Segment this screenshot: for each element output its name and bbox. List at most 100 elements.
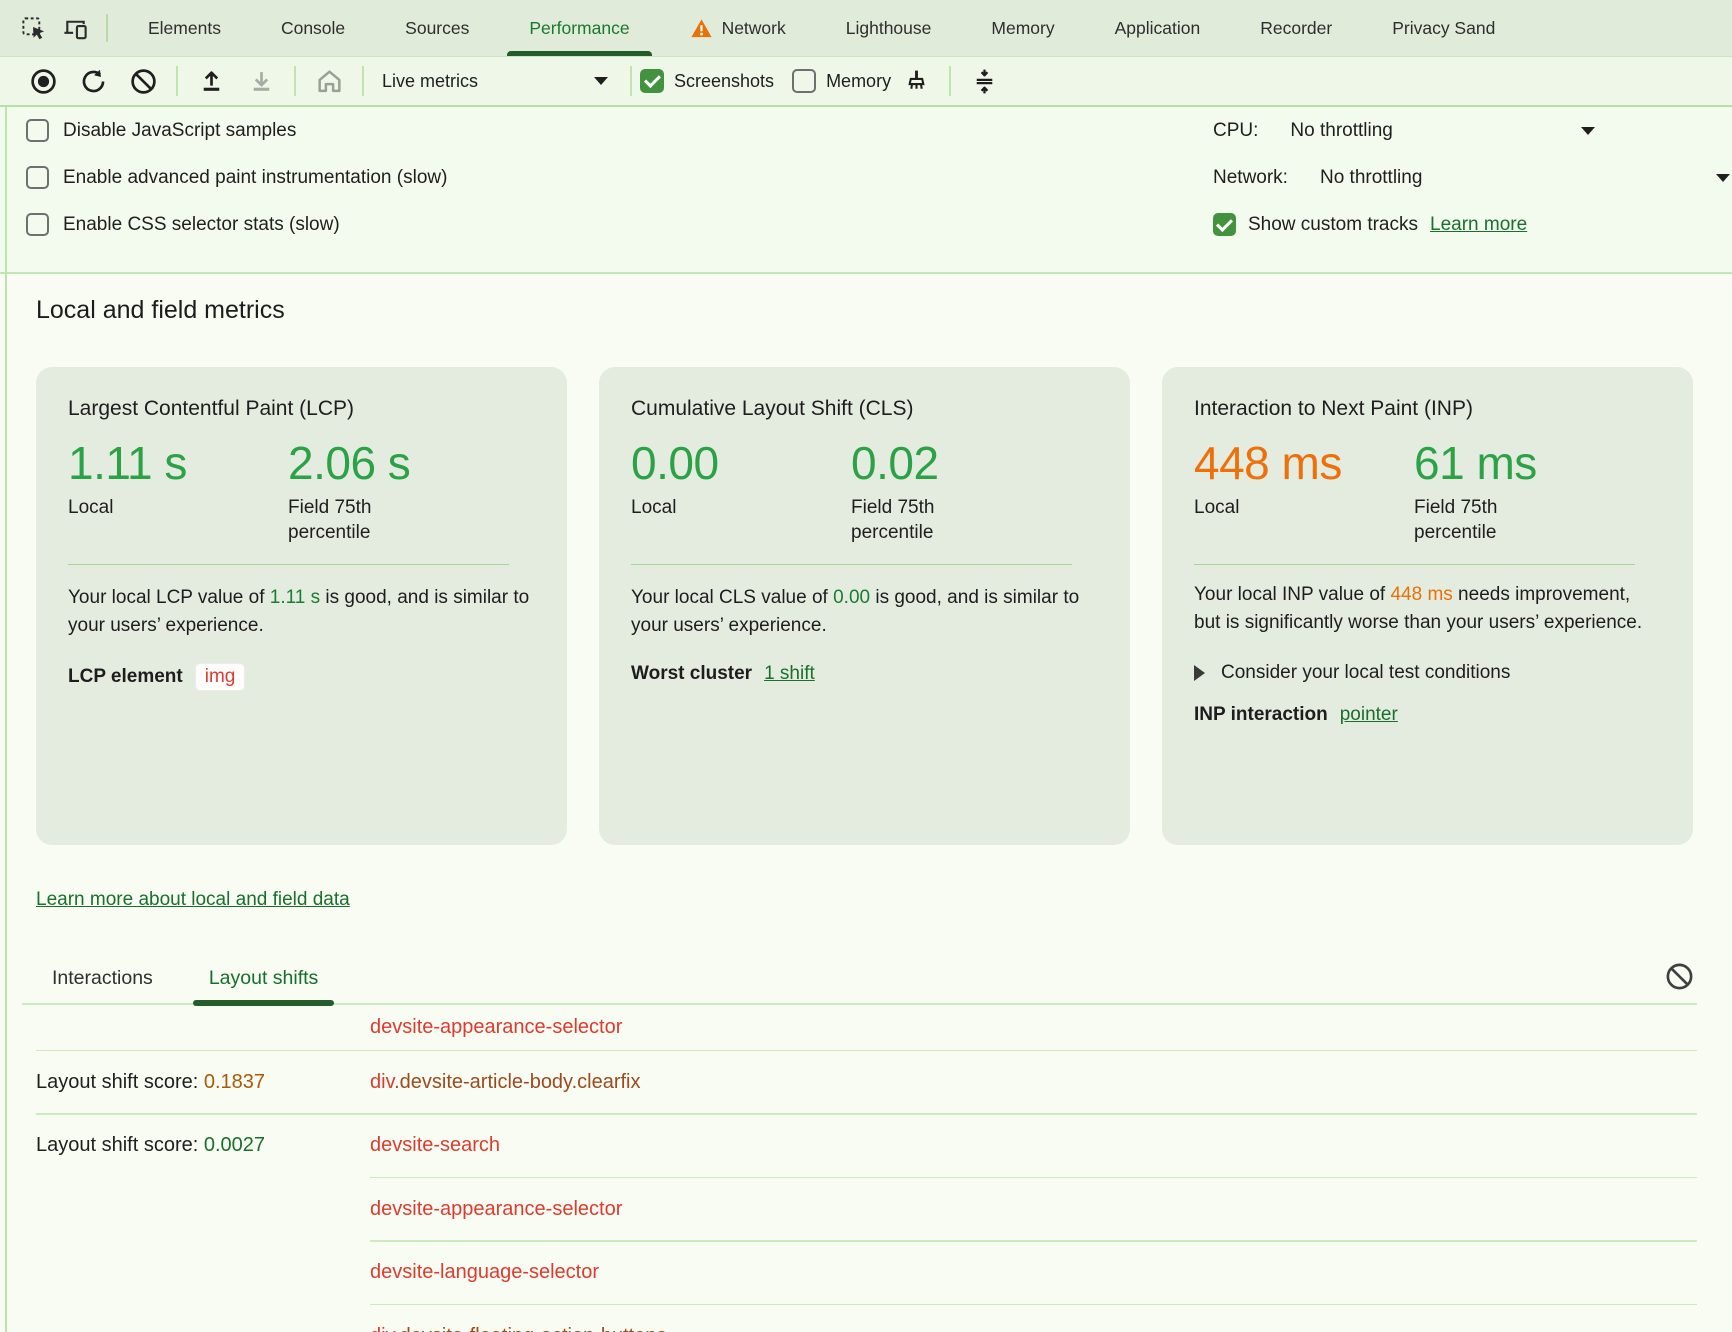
checkbox-checked-icon: [640, 69, 664, 93]
device-toolbar-button[interactable]: [54, 7, 96, 49]
tab-lighthouse[interactable]: Lighthouse: [816, 0, 962, 57]
log-tabbar: Interactions Layout shifts: [36, 953, 1697, 1003]
table-row: Layout shift score: 0.1837 div.devsite-a…: [36, 1051, 1697, 1113]
show-custom-tracks-row: Show custom tracks Learn more: [1213, 201, 1732, 248]
record-button[interactable]: [18, 61, 68, 101]
save-profile-button[interactable]: [236, 61, 286, 101]
tab-memory[interactable]: Memory: [961, 0, 1084, 57]
tab-application[interactable]: Application: [1085, 0, 1231, 57]
card-title: Cumulative Layout Shift (CLS): [631, 397, 1098, 421]
performance-toolbar: Live metrics Screenshots Memory: [0, 57, 1732, 105]
tab-performance[interactable]: Performance: [499, 0, 659, 57]
home-button[interactable]: [304, 61, 354, 101]
element-link[interactable]: devsite-appearance-selector: [370, 1016, 1697, 1039]
element-link[interactable]: devsite-language-selector: [370, 1261, 1697, 1284]
checkbox-unchecked-icon: [26, 166, 49, 189]
table-row: div.devsite-floating-action-buttons: [36, 1305, 1697, 1332]
upload-icon: [197, 67, 226, 96]
performance-options: Disable JavaScript samples Enable advanc…: [0, 105, 1732, 272]
block-icon: [1664, 961, 1695, 992]
checkbox-unchecked-icon: [792, 69, 816, 93]
tab-layout-shifts[interactable]: Layout shifts: [193, 953, 334, 1003]
inp-local-value: 448 ms: [1194, 439, 1414, 487]
collapse-panel-button[interactable]: [959, 61, 1009, 101]
devtools-window: Elements Console Sources Performance Net…: [0, 0, 1732, 1332]
warning-icon: [690, 17, 713, 40]
memory-checkbox[interactable]: Memory: [792, 69, 891, 93]
checkbox-unchecked-icon: [26, 119, 49, 142]
screenshots-checkbox[interactable]: Screenshots: [640, 69, 774, 93]
device-toolbar-icon: [62, 15, 89, 42]
inp-description: Your local INP value of 448 ms needs imp…: [1194, 581, 1661, 638]
card-divider: [68, 564, 509, 565]
card-divider: [1194, 564, 1635, 565]
lcp-card: Largest Contentful Paint (LCP) 1.11 s Lo…: [36, 367, 567, 845]
table-row: devsite-appearance-selector: [36, 1178, 1697, 1240]
live-metrics-view: Local and field metrics Largest Contentf…: [0, 272, 1732, 1332]
tab-elements[interactable]: Elements: [118, 0, 251, 57]
record-icon: [29, 67, 58, 96]
clear-live-metrics-button[interactable]: [891, 61, 941, 101]
inp-interaction-link[interactable]: pointer: [1340, 704, 1398, 726]
collapse-icon: [970, 67, 999, 96]
element-link[interactable]: devsite-appearance-selector: [370, 1198, 1697, 1221]
checkbox-unchecked-icon: [26, 213, 49, 236]
record-and-reload-button[interactable]: [68, 61, 118, 101]
cpu-throttling-row: CPU: No throttling: [1213, 107, 1595, 154]
lcp-element-link[interactable]: img: [195, 663, 246, 691]
tab-network[interactable]: Network: [660, 0, 816, 57]
tab-console[interactable]: Console: [251, 0, 375, 57]
inspect-element-button[interactable]: [12, 7, 54, 49]
inp-field-value: 61 ms: [1414, 439, 1661, 487]
element-link[interactable]: div.devsite-floating-action-buttons: [370, 1325, 1697, 1332]
block-icon: [129, 67, 158, 96]
load-profile-button[interactable]: [186, 61, 236, 101]
worst-cluster-link[interactable]: 1 shift: [764, 663, 815, 685]
chevron-down-icon: [594, 77, 608, 85]
layout-shift-score: Layout shift score: 0.0027: [36, 1134, 370, 1157]
layout-shift-log: devsite-appearance-selector Layout shift…: [36, 1005, 1697, 1332]
reload-icon: [79, 67, 108, 96]
table-row: devsite-appearance-selector: [36, 1005, 1697, 1050]
devtools-tabbar: Elements Console Sources Performance Net…: [0, 0, 1732, 57]
learn-more-local-field-link[interactable]: Learn more about local and field data: [36, 889, 350, 911]
toolbar-separator: [294, 66, 296, 96]
chevron-down-icon[interactable]: [1581, 127, 1595, 135]
disclosure-triangle-icon: [1194, 665, 1205, 681]
cpu-throttling-select[interactable]: No throttling: [1290, 120, 1392, 142]
section-title: Local and field metrics: [36, 296, 1697, 325]
toolbar-separator: [176, 66, 178, 96]
clear-metrics-brush-icon: [902, 67, 931, 96]
live-metrics-dropdown[interactable]: Live metrics: [372, 63, 622, 99]
toolbar-separator: [949, 66, 951, 96]
chevron-down-icon[interactable]: [1716, 174, 1730, 182]
card-title: Largest Contentful Paint (LCP): [68, 397, 535, 421]
cls-card: Cumulative Layout Shift (CLS) 0.00 Local…: [599, 367, 1130, 845]
card-title: Interaction to Next Paint (INP): [1194, 397, 1661, 421]
element-link[interactable]: div.devsite-article-body.clearfix: [370, 1071, 1697, 1094]
element-link[interactable]: devsite-search: [370, 1134, 1697, 1157]
tab-sources[interactable]: Sources: [375, 0, 499, 57]
lcp-description: Your local LCP value of 1.11 s is good, …: [68, 584, 535, 641]
learn-more-link[interactable]: Learn more: [1430, 214, 1527, 236]
cls-field-value: 0.02: [851, 439, 1098, 487]
home-icon: [315, 67, 344, 96]
tab-interactions[interactable]: Interactions: [36, 953, 169, 1003]
tab-recorder[interactable]: Recorder: [1230, 0, 1362, 57]
panel-left-border: [5, 107, 7, 1332]
throttling-controls: CPU: No throttling Network: No throttlin…: [1213, 107, 1732, 248]
inp-card: Interaction to Next Paint (INP) 448 ms L…: [1162, 367, 1693, 845]
toolbar-separator: [106, 14, 108, 42]
clear-button[interactable]: [118, 61, 168, 101]
tab-privacy-sandbox[interactable]: Privacy Sand: [1362, 0, 1525, 57]
table-row: Layout shift score: 0.0027 devsite-searc…: [36, 1115, 1697, 1177]
toolbar-separator: [362, 66, 364, 96]
lcp-local-value: 1.11 s: [68, 439, 288, 487]
cls-description: Your local CLS value of 0.00 is good, an…: [631, 584, 1098, 641]
network-throttling-select[interactable]: No throttling: [1320, 167, 1422, 189]
lcp-field-value: 2.06 s: [288, 439, 535, 487]
show-custom-tracks-checkbox[interactable]: [1213, 213, 1236, 236]
local-test-conditions-disclosure[interactable]: Consider your local test conditions: [1194, 662, 1661, 684]
clear-log-button[interactable]: [1664, 961, 1695, 995]
inspect-icon: [20, 15, 47, 42]
